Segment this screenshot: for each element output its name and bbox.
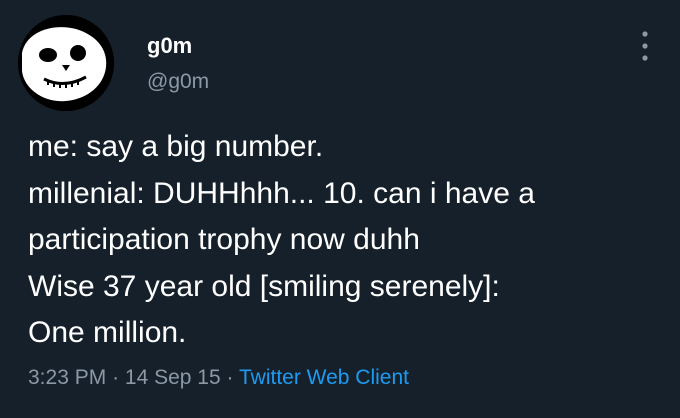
vertical-dots-icon [642, 31, 648, 61]
more-options-button[interactable] [630, 22, 660, 72]
tweet-time[interactable]: 3:23 PM [28, 366, 106, 389]
skull-face-avatar-icon [18, 15, 114, 111]
author-handle[interactable]: @g0m [147, 70, 209, 94]
tweet-client-link[interactable]: Twitter Web Client [239, 366, 409, 389]
tweet-text-line: millenial: DUHHhhh... 10. can i have a [28, 176, 535, 210]
meta-separator: · [226, 366, 234, 389]
tweet-text-line: me: say a big number. [28, 130, 324, 163]
tweet-metadata: 3:23 PM · 14 Sep 15 · Twitter Web Client [28, 366, 409, 390]
tweet-text-line: One million. [28, 316, 187, 349]
tweet-date[interactable]: 14 Sep 15 [125, 366, 221, 389]
tweet-text-line: Wise 37 year old [smiling serenely]: [28, 269, 500, 303]
author-display-name[interactable]: g0m [147, 33, 192, 59]
avatar[interactable] [18, 15, 114, 111]
tweet-card: g0m @g0m me: say a big number. millenial… [0, 0, 680, 418]
tweet-text-line: participation trophy now duhh [28, 223, 420, 256]
meta-separator: · [112, 366, 120, 389]
tweet-text: me: say a big number. millenial: DUHHhhh… [28, 124, 673, 357]
